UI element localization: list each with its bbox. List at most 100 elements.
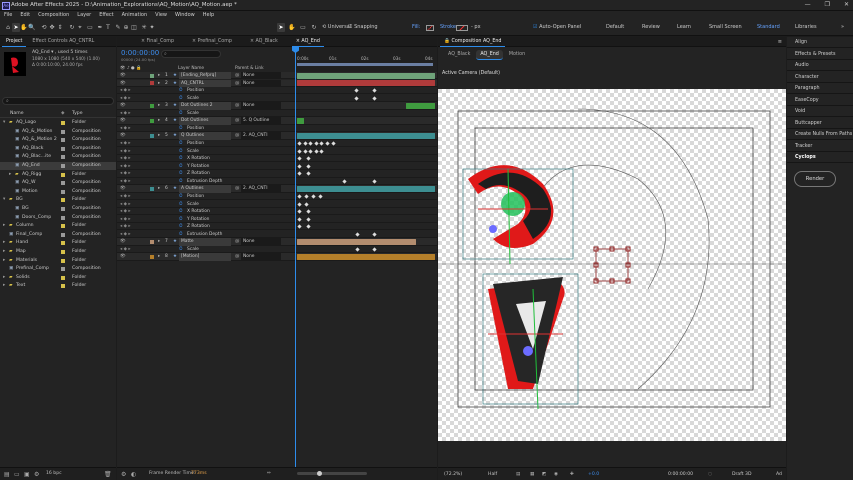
keyframe[interactable] [306, 224, 311, 229]
keyframe-nav-icon[interactable]: ◂ ◆ ▸ [120, 246, 131, 253]
disclosure-icon[interactable]: ▸ [3, 248, 5, 256]
parent-dropdown[interactable]: 2. AQ_CNTI [241, 132, 281, 140]
list-item[interactable]: ▸ ▰ Map Folder [0, 248, 116, 256]
stopwatch-icon[interactable]: ⏱ [179, 95, 182, 102]
hand-icon[interactable]: ✋ [288, 23, 296, 32]
tab-project[interactable]: Project [2, 37, 27, 47]
disclosure-icon[interactable]: ▸ [158, 117, 160, 124]
keyframe-nav-icon[interactable]: ◂ ◆ ▸ [120, 87, 131, 94]
comp-nav-aq-end[interactable]: AQ_End [476, 50, 503, 60]
comp-viewer[interactable] [438, 89, 786, 441]
label-swatch[interactable] [61, 129, 65, 134]
panel-audio[interactable]: Audio [787, 60, 853, 72]
keyframe[interactable] [355, 247, 360, 252]
layer-row[interactable]: 👁 ▸ 6 ★ A Outlines @2. AQ_CNTI [117, 185, 437, 193]
keyframe[interactable] [306, 209, 311, 214]
keyframe[interactable] [319, 141, 325, 146]
layer-row[interactable]: 👁 ▸ 3 ★ Dot Outlines 2 @ None [117, 102, 437, 110]
menu-help[interactable]: Help [203, 11, 214, 20]
list-item[interactable]: ▣ Prefinal_Comp Composition [0, 265, 116, 273]
stopwatch-icon[interactable]: ⏱ [179, 216, 182, 223]
keyframe[interactable] [297, 217, 302, 222]
new-comp-icon[interactable]: ▣ [24, 471, 30, 478]
col-layer-name[interactable]: Layer Name [178, 66, 204, 71]
label-swatch[interactable] [61, 121, 65, 125]
keyframe-nav-icon[interactable]: ◂ ◆ ▸ [120, 155, 131, 162]
project-search-input[interactable]: ⌕ [2, 97, 114, 105]
snapping-option[interactable]: ☐ Snapping [348, 24, 378, 30]
keyframe-nav-icon[interactable]: ◂ ◆ ▸ [120, 163, 131, 170]
home-icon[interactable]: ⌂ [4, 23, 12, 32]
disclosure-icon[interactable]: ▾ [3, 196, 5, 204]
label-swatch[interactable] [61, 224, 65, 229]
zoom-tool-icon[interactable]: 🔍 [28, 23, 36, 32]
label-swatch[interactable] [61, 215, 65, 220]
keyframe-nav-icon[interactable]: ◂ ◆ ▸ [120, 193, 131, 200]
keyframe[interactable] [372, 179, 377, 184]
pickwhip-icon[interactable]: @ [235, 132, 239, 139]
visibility-icon[interactable]: 👁 [120, 117, 126, 124]
resolution[interactable]: Half [488, 468, 497, 480]
stopwatch-icon[interactable]: ⏱ [179, 87, 182, 94]
layer-row[interactable]: 👁 ▸ 8 ★ [Motion] @ None [117, 253, 437, 261]
keyframe[interactable] [297, 209, 302, 214]
disclosure-icon[interactable]: ▸ [158, 185, 160, 192]
layer-switches-icon[interactable]: ⚙ [121, 471, 126, 478]
tab-final-comp[interactable]: × Final_Comp [137, 37, 178, 47]
list-item[interactable]: ▸ ▰ Column Folder [0, 222, 116, 230]
disclosure-icon[interactable]: ▸ [158, 102, 160, 109]
visibility-icon[interactable]: 👁 [120, 102, 126, 109]
stopwatch-icon[interactable]: ⏱ [179, 231, 182, 238]
layer-name[interactable]: [Motion] [179, 253, 231, 261]
keyframe[interactable] [297, 171, 302, 176]
label-swatch[interactable] [61, 198, 65, 203]
keyframe[interactable] [325, 141, 330, 146]
layer-duration-bar[interactable] [297, 80, 435, 87]
property-row[interactable]: ◂ ◆ ▸ ⏱ Extrusion Depth [117, 230, 437, 239]
panel-void[interactable]: Void [787, 106, 853, 118]
layer-label-swatch[interactable] [150, 73, 154, 78]
zoom-slider-thumb[interactable] [317, 471, 322, 476]
keyframe[interactable] [306, 156, 311, 161]
stopwatch-icon[interactable]: ⏱ [179, 155, 182, 162]
list-item[interactable]: ▣ AQ_End Composition [0, 162, 116, 170]
workspace-small-screen[interactable]: Small Screen [709, 24, 742, 30]
property-row[interactable]: ◂ ◆ ▸ ⏱ Z Rotation [117, 223, 437, 231]
transfer-controls-icon[interactable]: ◐ [131, 471, 136, 478]
keyframe[interactable] [314, 148, 319, 154]
label-swatch[interactable] [61, 164, 65, 168]
keyframe-nav-icon[interactable]: ◂ ◆ ▸ [120, 148, 131, 155]
visibility-icon[interactable]: 👁 [120, 132, 126, 139]
comp-timecode[interactable]: 0:00:00:00 [668, 468, 693, 480]
menu-layer[interactable]: Layer [77, 11, 91, 20]
current-time[interactable]: 0:00:00:00 [121, 49, 159, 57]
menu-composition[interactable]: Composition [38, 11, 69, 20]
layer-duration-bar[interactable] [297, 185, 435, 192]
disclosure-icon[interactable]: ▸ [158, 72, 160, 79]
parent-dropdown[interactable]: None [241, 238, 281, 246]
property-row[interactable]: ◂ ◆ ▸ ⏱ Scale [117, 200, 437, 208]
layer-row[interactable]: 👁 ▸ 2 ★ AQ_CNTRL @ None [117, 79, 437, 87]
disclosure-icon[interactable]: ▾ [3, 119, 5, 127]
keyframe[interactable] [306, 217, 311, 222]
list-item[interactable]: ▣ AQ_&_Motion 2 Composition [0, 136, 116, 144]
layer-duration-bar[interactable] [297, 133, 435, 140]
keyframe[interactable] [319, 148, 325, 154]
property-row[interactable]: ◂ ◆ ▸ ⏱ Scale [117, 245, 437, 254]
layer-duration-bar[interactable] [297, 72, 435, 79]
label-swatch[interactable] [61, 232, 65, 237]
property-row[interactable]: ◂ ◆ ▸ ⏱ Position [117, 140, 437, 148]
label-swatch[interactable] [61, 267, 65, 272]
tab-aq-end[interactable]: × AQ_End [291, 37, 324, 47]
keyframe-nav-icon[interactable]: ◂ ◆ ▸ [120, 201, 131, 208]
keyframe-nav-icon[interactable]: ◂ ◆ ▸ [120, 231, 131, 238]
property-row[interactable]: ◂ ◆ ▸ ⏱ Position [117, 192, 437, 201]
disclosure-icon[interactable]: ▸ [158, 253, 160, 260]
menu-effect[interactable]: Effect [99, 11, 113, 20]
parent-dropdown[interactable]: 2. AQ_CNTI [241, 185, 281, 193]
eraser-icon[interactable]: ◫ [130, 23, 138, 32]
property-row[interactable]: ◂ ◆ ▸ ⏱ Y Rotation [117, 162, 437, 171]
zoom-slider[interactable] [297, 471, 367, 476]
stopwatch-icon[interactable]: ⏱ [179, 223, 182, 230]
keyframe-nav-icon[interactable]: ◂ ◆ ▸ [120, 125, 131, 132]
